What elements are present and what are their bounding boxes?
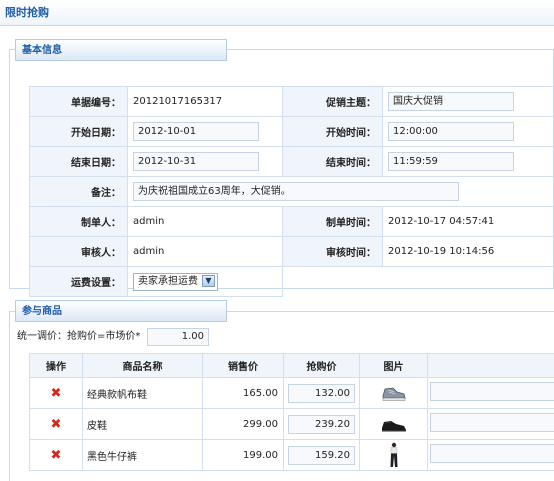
- shipping-label: 运费设置：: [29, 266, 128, 297]
- delete-icon[interactable]: ✖: [51, 417, 62, 432]
- delete-icon[interactable]: ✖: [51, 386, 62, 401]
- end-time-label: 结束时间：: [282, 146, 383, 177]
- canvas-shoe-icon: [382, 387, 406, 401]
- audit-time-value: 2012-10-19 10:14:56: [382, 236, 554, 267]
- basic-info-legend: 基本信息: [15, 39, 227, 61]
- col-extra-header: [427, 353, 554, 378]
- make-time-value: 2012-10-17 04:57:41: [382, 206, 554, 237]
- delete-icon[interactable]: ✖: [51, 448, 62, 463]
- goods-price: 165.00: [202, 377, 284, 409]
- order-number-label: 单据编号：: [29, 86, 128, 117]
- goods-price: 299.00: [202, 408, 284, 440]
- page-title: 限时抢购: [0, 0, 554, 26]
- start-date-field[interactable]: 2012-10-01: [133, 122, 259, 141]
- goods-table: 操作 商品名称 销售价 抢购价 图片 ✖ 经典款帆布鞋 165.00 132.0…: [29, 353, 554, 471]
- flash-price-input[interactable]: 132.00: [288, 383, 355, 403]
- shipping-select[interactable]: 卖家承担运费 ▼: [133, 272, 218, 291]
- end-date-field[interactable]: 2012-10-31: [133, 152, 259, 171]
- auditor-label: 审核人：: [29, 236, 128, 267]
- maker-value: admin: [127, 206, 283, 237]
- make-time-label: 制单时间：: [282, 206, 383, 237]
- col-op-header: 操作: [29, 353, 83, 378]
- promo-theme-label: 促销主题：: [282, 86, 383, 117]
- goods-name: 经典款帆布鞋: [82, 377, 203, 409]
- price-adjust-input[interactable]: 1.00: [147, 328, 209, 346]
- goods-price: 199.00: [202, 439, 284, 471]
- remark-label: 备注：: [29, 176, 128, 207]
- order-number-value: 20121017165317: [127, 86, 283, 117]
- info-row: 开始日期： 2012-10-01 开始时间： 12:00:00: [29, 116, 554, 147]
- auditor-value: admin: [127, 236, 283, 267]
- goods-header-row: 操作 商品名称 销售价 抢购价 图片: [29, 353, 554, 378]
- info-row: 单据编号： 20121017165317 促销主题： 国庆大促销: [29, 86, 554, 117]
- shipping-select-value: 卖家承担运费: [138, 275, 198, 287]
- table-row: ✖ 皮鞋 299.00 239.20: [29, 408, 554, 440]
- col-flash-header: 抢购价: [283, 353, 360, 378]
- col-image-header: 图片: [359, 353, 428, 378]
- info-row: 备注： 为庆祝祖国成立63周年，大促销。: [29, 176, 554, 207]
- col-price-header: 销售价: [202, 353, 284, 378]
- promo-theme-field[interactable]: 国庆大促销: [388, 92, 514, 111]
- info-row: 结束日期： 2012-10-31 结束时间： 11:59:59: [29, 146, 554, 177]
- extra-field[interactable]: [430, 444, 554, 463]
- flash-price-input[interactable]: 239.20: [288, 414, 355, 434]
- info-row: 审核人： admin 审核时间： 2012-10-19 10:14:56: [29, 236, 554, 267]
- table-row: ✖ 经典款帆布鞋 165.00 132.00: [29, 377, 554, 409]
- price-adjust-label: 统一调价：抢购价=市场价*: [17, 331, 141, 342]
- end-time-field[interactable]: 11:59:59: [388, 152, 514, 171]
- goods-name: 黑色牛仔裤: [82, 439, 203, 471]
- col-name-header: 商品名称: [82, 353, 203, 378]
- start-time-label: 开始时间：: [282, 116, 383, 147]
- leather-shoe-icon: [381, 421, 406, 432]
- end-date-label: 结束日期：: [29, 146, 128, 177]
- goods-legend: 参与商品: [15, 300, 227, 322]
- goods-name: 皮鞋: [82, 408, 203, 440]
- extra-field[interactable]: [430, 382, 554, 401]
- info-row: 运费设置： 卖家承担运费 ▼: [29, 266, 554, 297]
- audit-time-label: 审核时间：: [282, 236, 383, 267]
- basic-info-table: 单据编号： 20121017165317 促销主题： 国庆大促销 开始日期： 2…: [29, 86, 554, 297]
- flash-price-input[interactable]: 159.20: [288, 445, 355, 465]
- remark-field[interactable]: 为庆祝祖国成立63周年，大促销。: [133, 182, 459, 201]
- maker-label: 制单人：: [29, 206, 128, 237]
- jeans-icon: [390, 442, 397, 467]
- start-date-label: 开始日期：: [29, 116, 128, 147]
- chevron-down-icon[interactable]: ▼: [202, 274, 215, 287]
- extra-field[interactable]: [430, 413, 554, 432]
- info-row: 制单人： admin 制单时间： 2012-10-17 04:57:41: [29, 206, 554, 237]
- start-time-field[interactable]: 12:00:00: [388, 122, 514, 141]
- table-row: ✖ 黑色牛仔裤 199.00 159.20: [29, 439, 554, 471]
